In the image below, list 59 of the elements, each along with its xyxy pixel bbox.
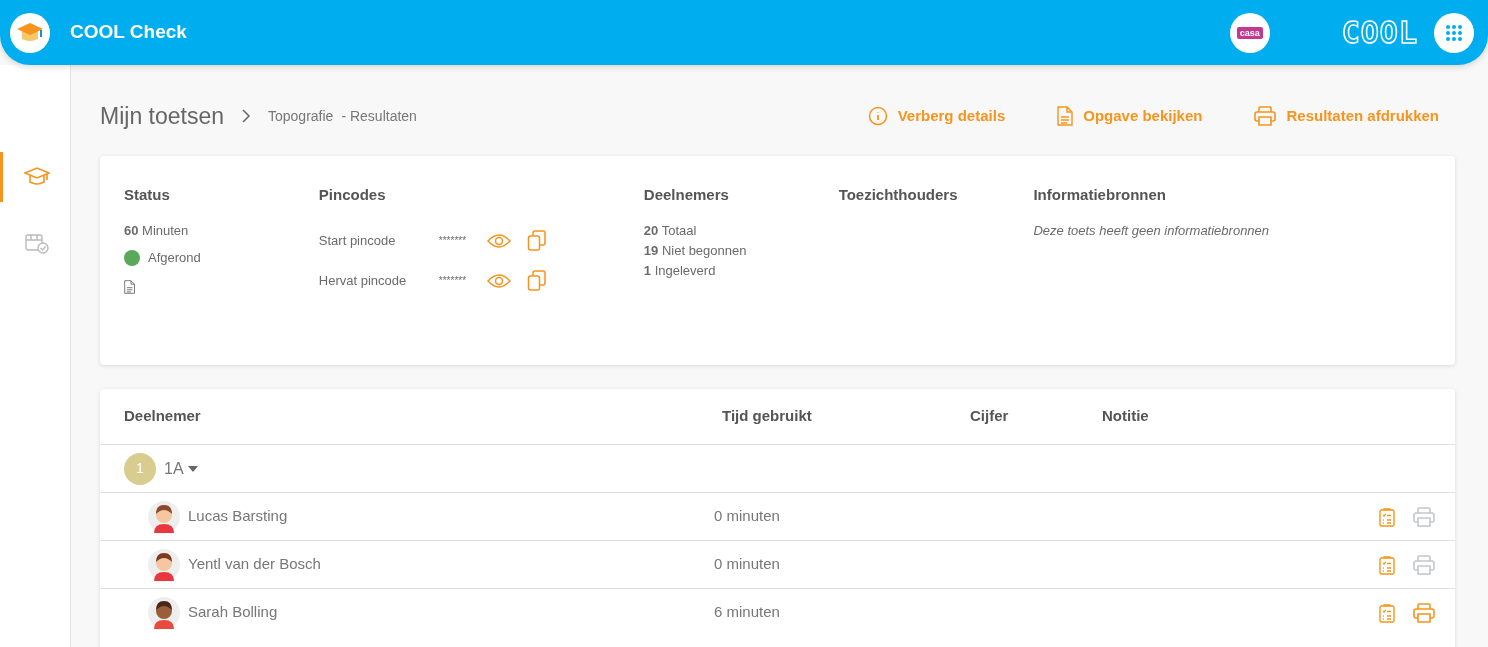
printer-icon	[1413, 555, 1435, 576]
printer-icon	[1413, 603, 1435, 624]
time-used: 0 minuten	[714, 506, 780, 527]
print-results-button[interactable]: Resultaten afdrukken	[1254, 104, 1439, 128]
breadcrumb-link[interactable]: Mijn toetsen	[100, 98, 224, 134]
time-used: 6 minuten	[714, 602, 780, 623]
pincode-value: *******	[438, 274, 468, 288]
print-button[interactable]	[1413, 600, 1435, 625]
pincode-value: *******	[438, 234, 468, 248]
participant-count: 19 Niet begonnen	[643, 241, 748, 260]
calendar-check-icon	[24, 232, 49, 254]
document-icon	[1057, 106, 1074, 126]
grid-icon	[1445, 23, 1463, 42]
caret-icon	[187, 465, 198, 472]
column-header: Deelnemer	[124, 406, 202, 427]
document-icon	[124, 279, 136, 294]
view-assignment-button[interactable]: Opgave bekijken	[1057, 104, 1203, 128]
group-toggle[interactable]: 1A	[164, 456, 198, 481]
section-title: Deelnemers	[643, 185, 730, 205]
info-icon	[867, 106, 888, 126]
printer-icon	[1254, 106, 1277, 126]
section-title: Informatiebronnen	[1033, 185, 1167, 205]
clipboard-icon	[1379, 555, 1395, 576]
empty-sources-text: Deze toets heeft geen informatiebronnen	[1033, 221, 1271, 240]
section-title: Status	[124, 185, 171, 205]
pincode-label: Start pincode	[318, 231, 397, 250]
app-title: COOL Check	[70, 20, 187, 45]
section-title: Toezichthouders	[838, 185, 959, 205]
participant-count: 20 Totaal	[643, 221, 698, 240]
copy-icon	[526, 230, 547, 253]
column-header: Cijfer	[970, 406, 1010, 427]
brand-logo: COOL	[1341, 14, 1418, 52]
student-name: Lucas Barsting	[188, 506, 289, 527]
student-name: Sarah Bolling	[188, 602, 279, 623]
school-logo: casa	[1229, 12, 1270, 53]
graduation-cap-icon	[23, 166, 50, 188]
copy-pincode-button[interactable]	[526, 228, 547, 253]
participant-count: 1 Ingeleverd	[643, 261, 717, 280]
eye-icon	[486, 233, 511, 250]
copy-pincode-button[interactable]	[526, 268, 547, 293]
clipboard-icon	[1379, 507, 1395, 528]
printer-icon	[1413, 507, 1435, 528]
time-used: 0 minuten	[714, 554, 780, 575]
student-name: Yentl van der Bosch	[188, 554, 322, 575]
group-number-badge: 1	[124, 452, 156, 485]
page-title: - Resultaten	[341, 106, 417, 126]
duration-text: 60 Minuten	[124, 221, 190, 240]
apps-menu-button[interactable]	[1434, 12, 1474, 53]
copy-icon	[526, 270, 547, 293]
section-title: Pincodes	[318, 185, 387, 205]
column-header: Notitie	[1102, 406, 1150, 427]
chevron-right-icon	[240, 108, 252, 124]
column-header: Tijd gebruikt	[722, 406, 813, 427]
status-text: Afgerond	[148, 249, 201, 267]
test-name: Topografie	[268, 106, 334, 126]
clipboard-icon	[1379, 603, 1395, 624]
toggle-details-button[interactable]: Verberg details	[867, 104, 1006, 128]
eye-icon	[486, 273, 511, 290]
pincode-label: Hervat pincode	[318, 271, 408, 290]
